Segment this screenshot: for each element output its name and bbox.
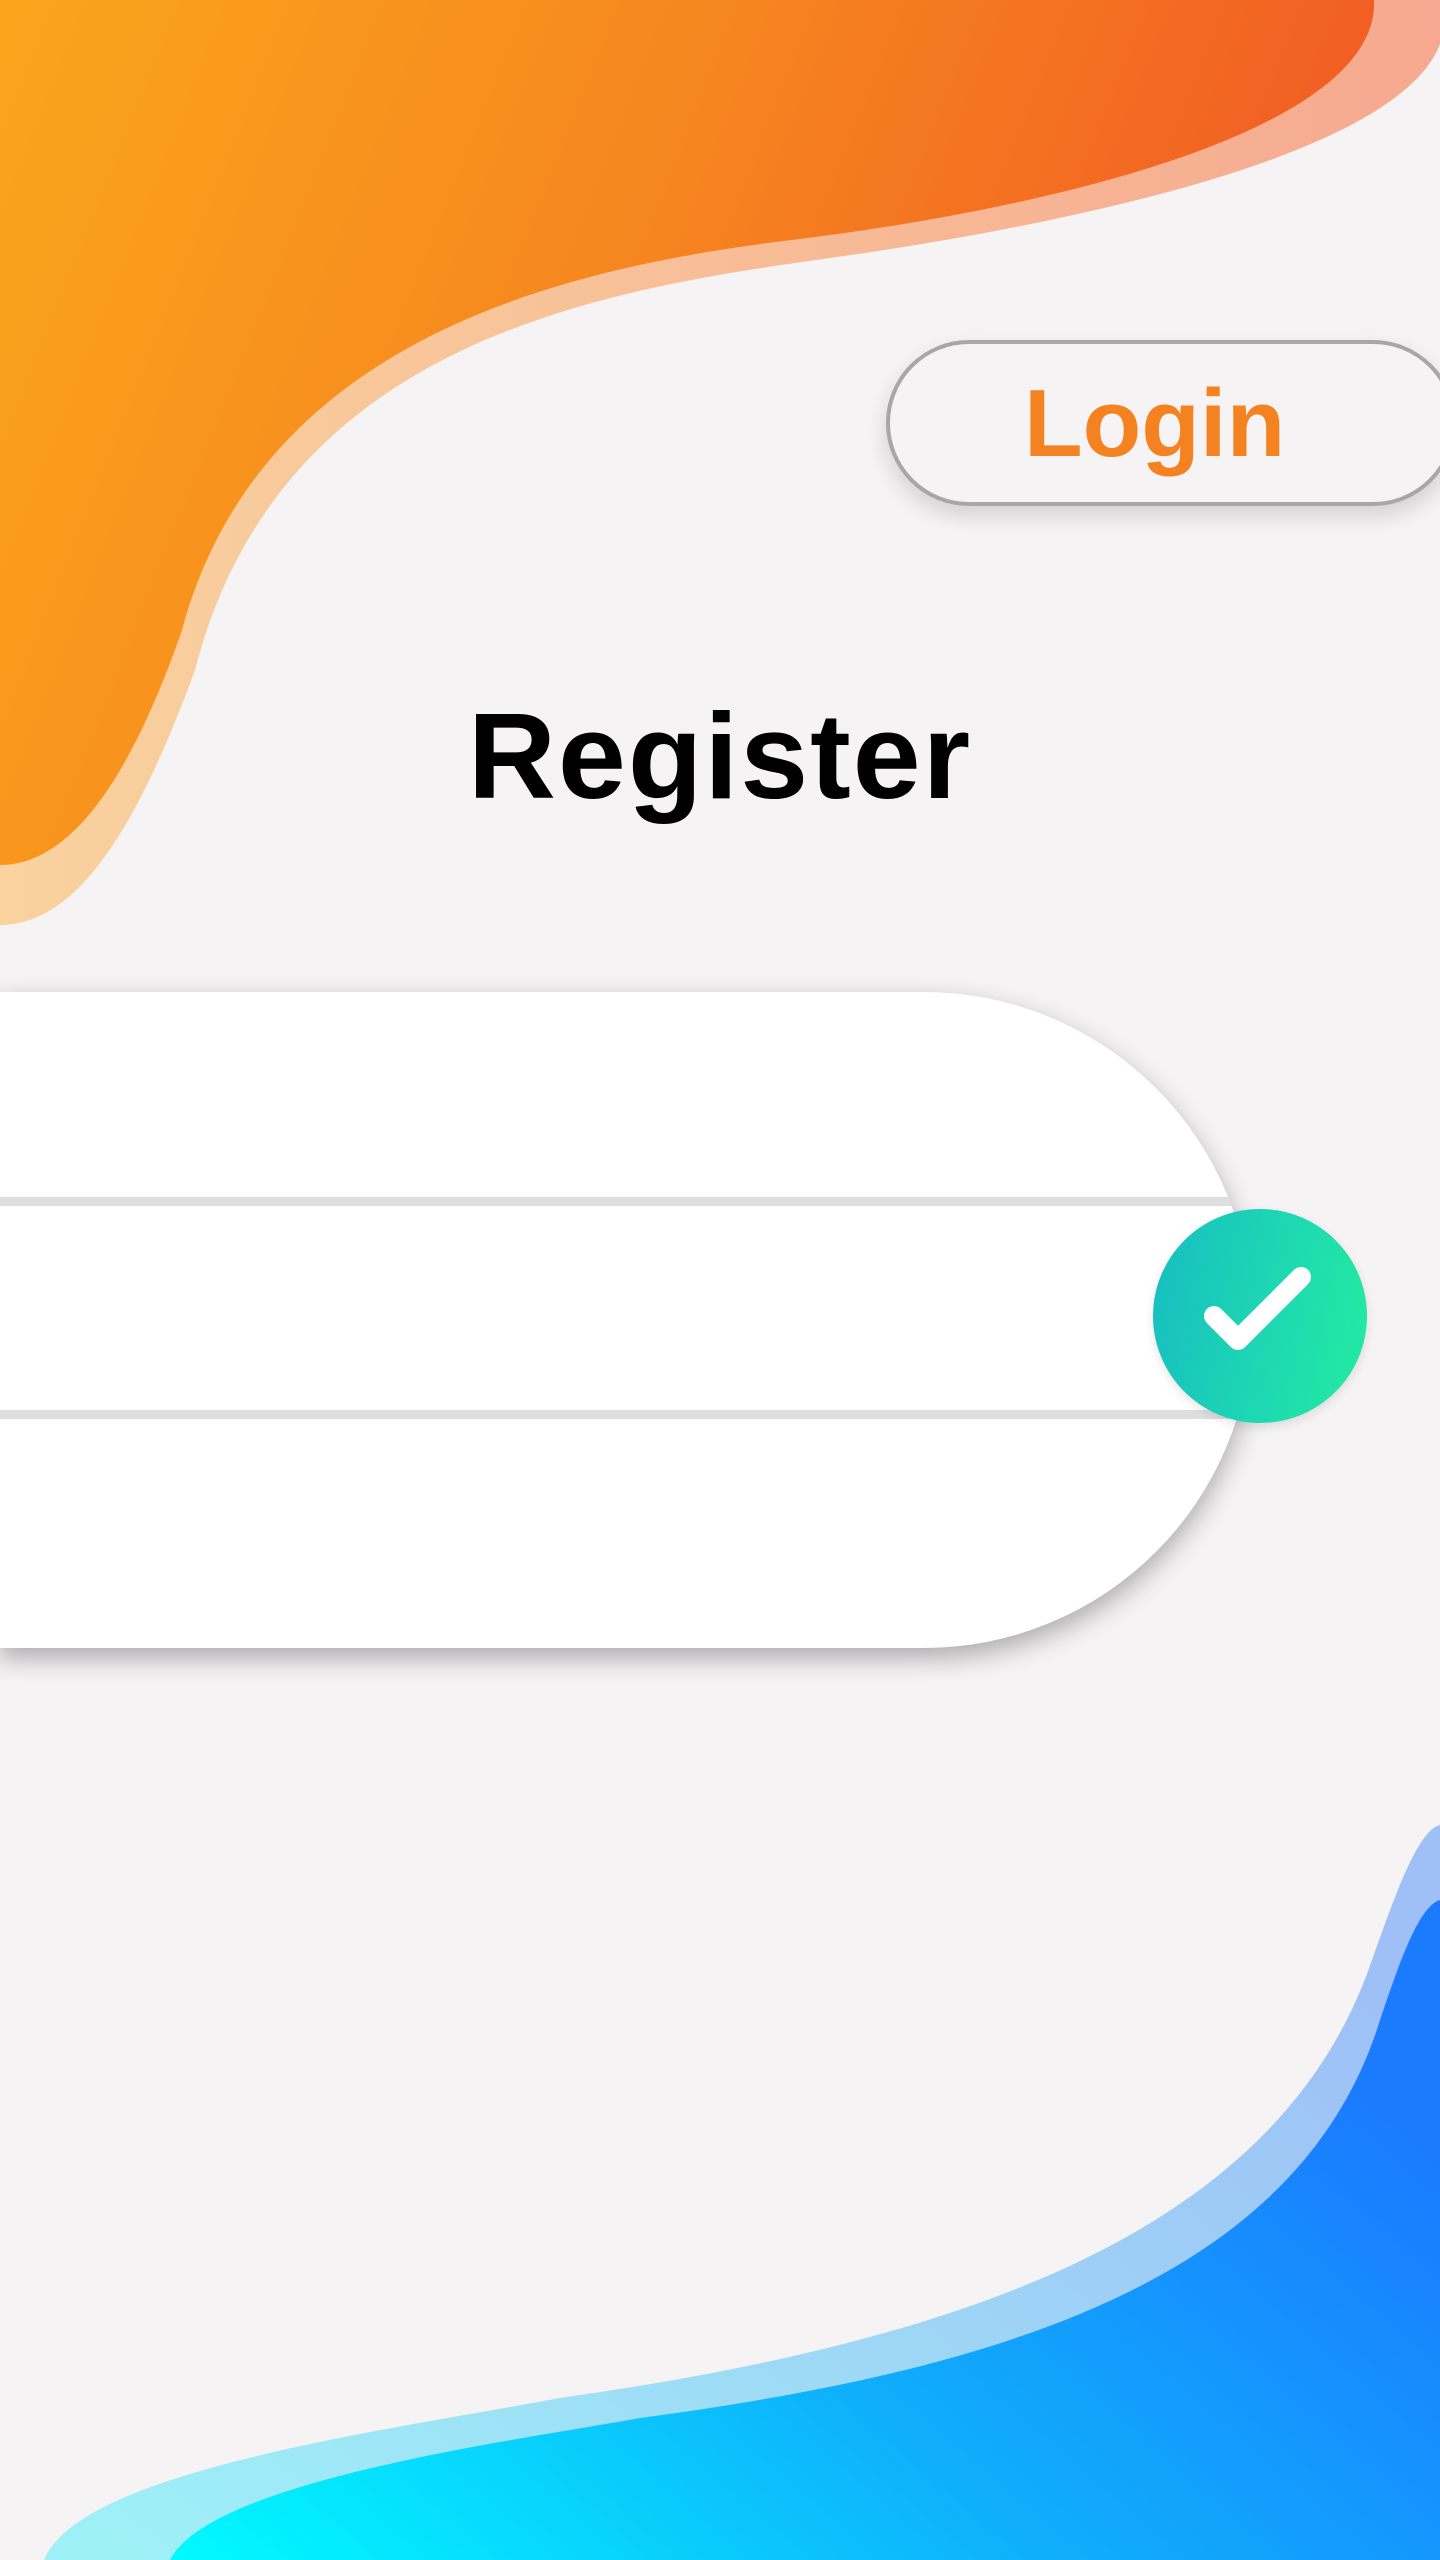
check-icon [1204, 1267, 1311, 1350]
field-divider [0, 1410, 1252, 1419]
login-button[interactable]: Login [886, 340, 1440, 506]
field-divider [0, 1197, 1252, 1206]
register-field-3[interactable] [0, 1420, 1158, 1625]
register-form-card [0, 992, 1252, 1648]
register-field-1[interactable] [0, 992, 1158, 1197]
login-button-label: Login [1024, 370, 1286, 477]
page-title: Register [467, 688, 973, 824]
register-submit-button[interactable] [1153, 1209, 1367, 1423]
register-field-2[interactable] [0, 1207, 1158, 1412]
